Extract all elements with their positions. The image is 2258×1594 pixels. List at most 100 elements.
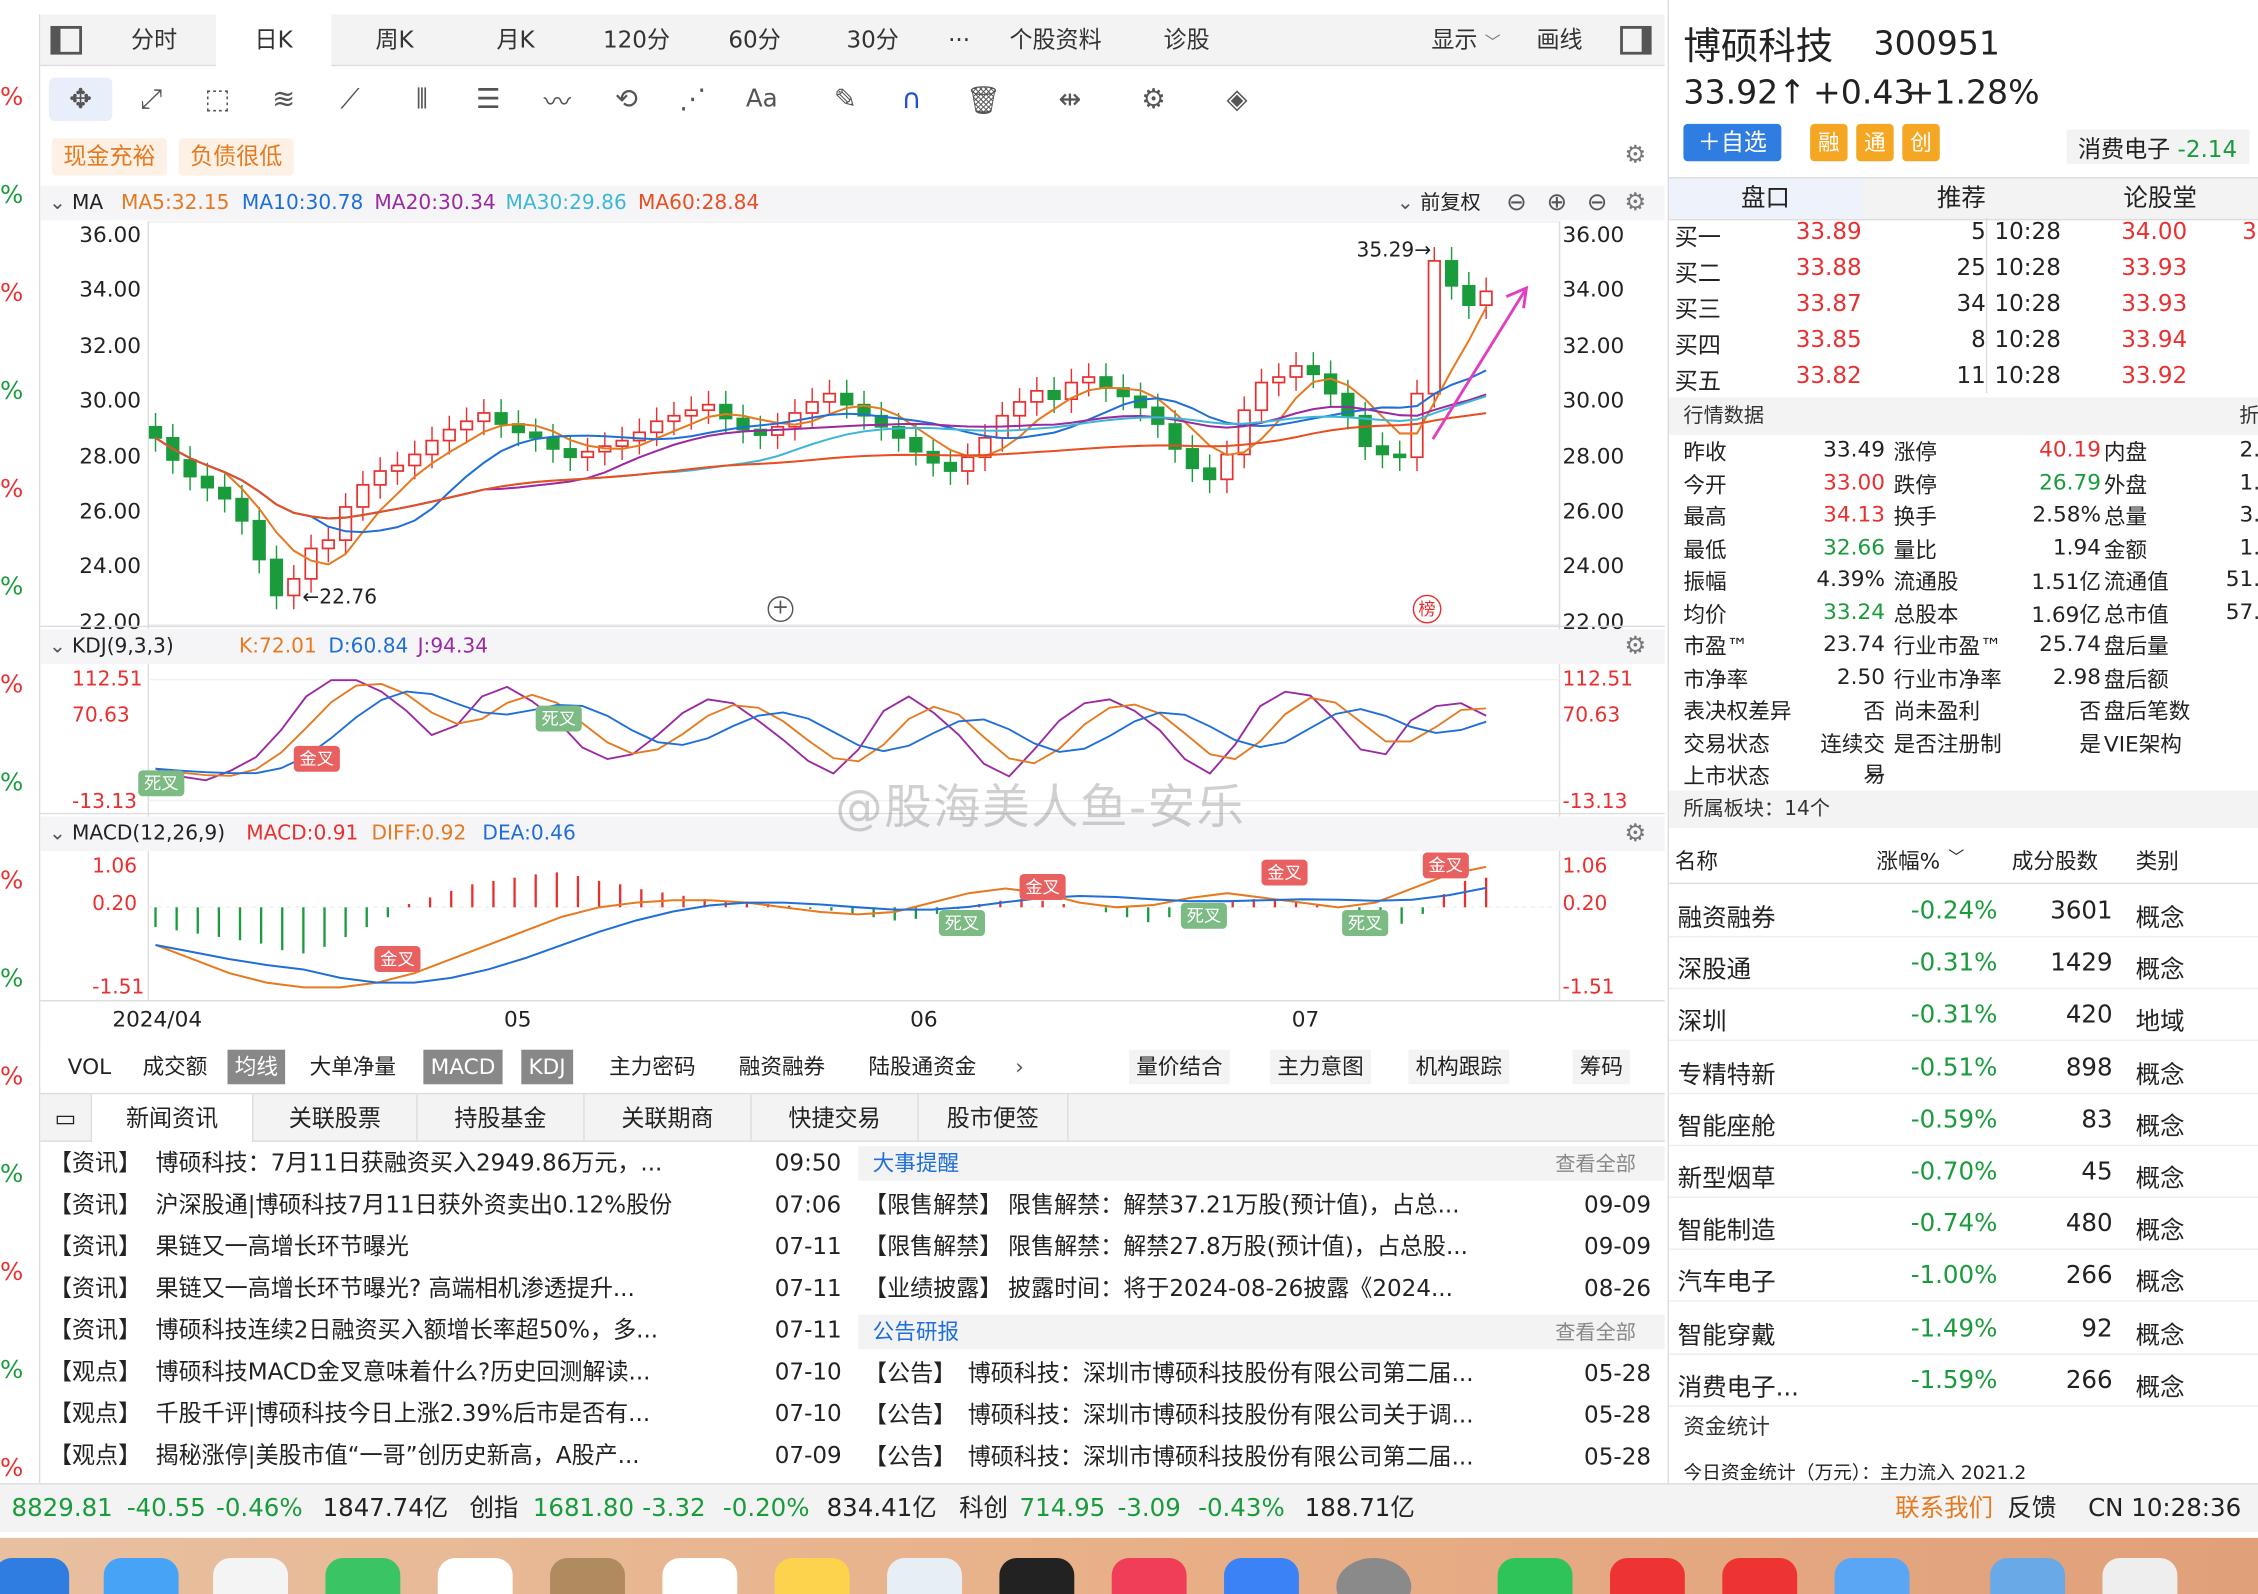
weibo-icon[interactable] <box>1722 1558 1798 1594</box>
mail-icon[interactable] <box>0 1558 70 1594</box>
contact-link[interactable]: 联系我们 <box>1895 1485 1993 1534</box>
tab-main-intent[interactable]: 主力意图 <box>1270 1049 1371 1085</box>
badge-margin[interactable]: 融 <box>1810 123 1848 162</box>
stat-cell: 32.66 <box>1823 533 1886 560</box>
tab-forum[interactable]: 论股堂 <box>2061 179 2258 219</box>
contacts-icon[interactable] <box>550 1558 625 1594</box>
news-title[interactable]: 博硕科技：深圳市博硕科技股份有限公司第二届... <box>968 1356 1573 1391</box>
appletv-icon[interactable] <box>999 1558 1075 1594</box>
stock-app-icon[interactable] <box>1609 1558 1685 1594</box>
col-pct[interactable]: 涨幅% <box>1876 845 1940 875</box>
tab-main-code[interactable]: 主力密码 <box>602 1050 703 1085</box>
col-count[interactable]: 成分股数 <box>2012 845 2098 875</box>
tab-turnover[interactable]: 成交额 <box>135 1050 214 1085</box>
news-title[interactable]: 博硕科技连续2日融资买入额增长率超50%，多... <box>156 1313 764 1348</box>
sector-count: 266 <box>2065 1366 2113 1395</box>
rank-badge[interactable]: 榜 <box>1412 594 1442 624</box>
trash-dock-icon[interactable] <box>2102 1558 2178 1594</box>
add-watchlist-button[interactable]: ＋自选 <box>1683 123 1782 162</box>
photos-icon[interactable] <box>213 1558 289 1594</box>
tab-news[interactable]: 新闻资讯 <box>92 1094 254 1142</box>
badge-connect[interactable]: 通 <box>1856 123 1894 162</box>
tab-recommend[interactable]: 推荐 <box>1865 179 2058 219</box>
tab-margin[interactable]: 融资融券 <box>732 1050 833 1085</box>
music-icon[interactable] <box>1111 1558 1187 1594</box>
left-edge-pct: % <box>0 1356 24 1386</box>
stat-cell: 1.51亿 <box>2031 568 2102 595</box>
tab-futures[interactable]: 关联期商 <box>585 1094 752 1142</box>
news-title[interactable]: 限售解禁：解禁27.8万股(预计值)，占总股... <box>1008 1230 1572 1265</box>
settings-app-icon[interactable] <box>1336 1558 1412 1594</box>
reports-view-all[interactable]: 查看全部 <box>1555 1318 1636 1347</box>
news-title[interactable]: 果链又一高增长环节曝光? 高端相机渗透提升... <box>156 1271 764 1306</box>
bid-price[interactable]: 33.87 <box>1796 289 1862 316</box>
tab-vol[interactable]: VOL <box>60 1050 118 1085</box>
tab-macd[interactable]: MACD <box>423 1049 503 1085</box>
bid-price[interactable]: 33.82 <box>1796 361 1862 388</box>
bid-price[interactable]: 33.85 <box>1796 325 1862 352</box>
sector-name[interactable]: 融资融券 <box>1678 897 1776 933</box>
notes-icon[interactable] <box>774 1558 850 1594</box>
news-title[interactable]: 披露时间：将于2024-08-26披露《2024... <box>1008 1271 1572 1306</box>
sector-name[interactable]: 新型烟草 <box>1678 1158 1776 1194</box>
feedback-link[interactable]: 反馈 <box>2007 1485 2056 1534</box>
tab-institution[interactable]: 机构跟踪 <box>1408 1049 1510 1085</box>
news-title[interactable]: 千股千评|博硕科技今日上涨2.39%后市是否有... <box>156 1397 764 1432</box>
sector-name[interactable]: 深股通 <box>1678 949 1751 985</box>
sector-name[interactable]: 智能座舱 <box>1678 1106 1776 1142</box>
facetime-icon[interactable] <box>325 1558 401 1594</box>
news-title[interactable]: 博硕科技：深圳市博硕科技股份有限公司关于调... <box>968 1398 1573 1433</box>
market-data-more[interactable]: 折 <box>2239 397 2258 434</box>
tab-notes[interactable]: 股市便签 <box>919 1094 1069 1142</box>
trade-price: 33.93 <box>2121 289 2188 317</box>
folder-icon[interactable] <box>1990 1558 2066 1594</box>
bid-price[interactable]: 33.88 <box>1796 253 1862 280</box>
news-title[interactable]: 博硕科技：深圳市博硕科技股份有限公司第二届... <box>968 1440 1573 1475</box>
tab-related-stocks[interactable]: 关联股票 <box>253 1094 418 1142</box>
tab-orderbook[interactable]: 盘口 <box>1669 178 1862 219</box>
sector-name[interactable]: 专精特新 <box>1678 1053 1776 1090</box>
preview-icon[interactable] <box>887 1558 962 1594</box>
tab-chips[interactable]: 筹码 <box>1572 1049 1631 1085</box>
sector-name[interactable]: 深圳 <box>1678 1001 1727 1038</box>
tab-big-order[interactable]: 大单净量 <box>302 1050 403 1085</box>
maps-icon[interactable] <box>103 1558 179 1594</box>
news-title[interactable]: 果链又一高增长环节曝光 <box>156 1230 764 1265</box>
tab-kdj[interactable]: KDJ <box>521 1049 573 1085</box>
events-view-all[interactable]: 查看全部 <box>1555 1149 1636 1178</box>
row-divider <box>1669 1300 2258 1303</box>
stat-cell: 3.8 <box>2239 501 2258 528</box>
wechat-icon[interactable] <box>1497 1558 1573 1594</box>
sector-name[interactable]: 智能制造 <box>1678 1210 1776 1246</box>
sector-name[interactable]: 智能穿戴 <box>1678 1314 1776 1350</box>
tab-hk-connect[interactable]: 陆股通资金 <box>861 1050 983 1085</box>
bid-price[interactable]: 33.89 <box>1796 217 1862 244</box>
tab-price-volume[interactable]: 量价结合 <box>1128 1049 1230 1085</box>
finder-icon[interactable] <box>1834 1558 1910 1594</box>
sector-link[interactable]: 消费电子 -2.14 <box>2066 129 2249 165</box>
news-title[interactable]: 博硕科技MACD金叉意味着什么?历史回测解读... <box>156 1355 764 1390</box>
kline-chart[interactable] <box>0 0 1668 1044</box>
gear-icon[interactable]: ⚙ <box>1624 629 1646 664</box>
news-title[interactable]: 限售解禁：解禁37.21万股(预计值)，占总... <box>1008 1188 1572 1223</box>
tab-funds[interactable]: 持股基金 <box>418 1094 585 1142</box>
col-type[interactable]: 类别 <box>2136 845 2179 875</box>
add-indicator-icon[interactable]: + <box>767 596 794 623</box>
gear-icon[interactable]: ⚙ <box>1624 816 1646 851</box>
calendar-icon[interactable] <box>437 1558 513 1594</box>
appstore-icon[interactable] <box>1224 1558 1299 1594</box>
news-title[interactable]: 沪深股通|博硕科技7月11日获外资卖出0.12%股份 <box>156 1188 764 1223</box>
news-title[interactable]: 揭秘涨停|美股市值“一哥”创历史新高，A股产... <box>156 1438 764 1473</box>
badge-chinext[interactable]: 创 <box>1902 123 1940 162</box>
sector-name[interactable]: 汽车电子 <box>1678 1262 1776 1298</box>
reminders-icon[interactable] <box>662 1558 738 1594</box>
tab-quick-trade[interactable]: 快捷交易 <box>752 1094 919 1142</box>
sort-down-icon[interactable]: ﹀ <box>1948 845 1964 868</box>
sector-name[interactable]: 消费电子... <box>1678 1366 1799 1402</box>
chevron-right-icon[interactable]: › <box>1008 1050 1031 1085</box>
kdj-tick-right: 70.63 <box>1562 704 1621 728</box>
col-name[interactable]: 名称 <box>1675 845 1718 875</box>
news-panel-icon[interactable]: ▭ <box>40 1094 93 1142</box>
tab-ma[interactable]: 均线 <box>227 1049 286 1085</box>
news-title[interactable]: 博硕科技：7月11日获融资买入2949.86万元，... <box>156 1146 764 1181</box>
